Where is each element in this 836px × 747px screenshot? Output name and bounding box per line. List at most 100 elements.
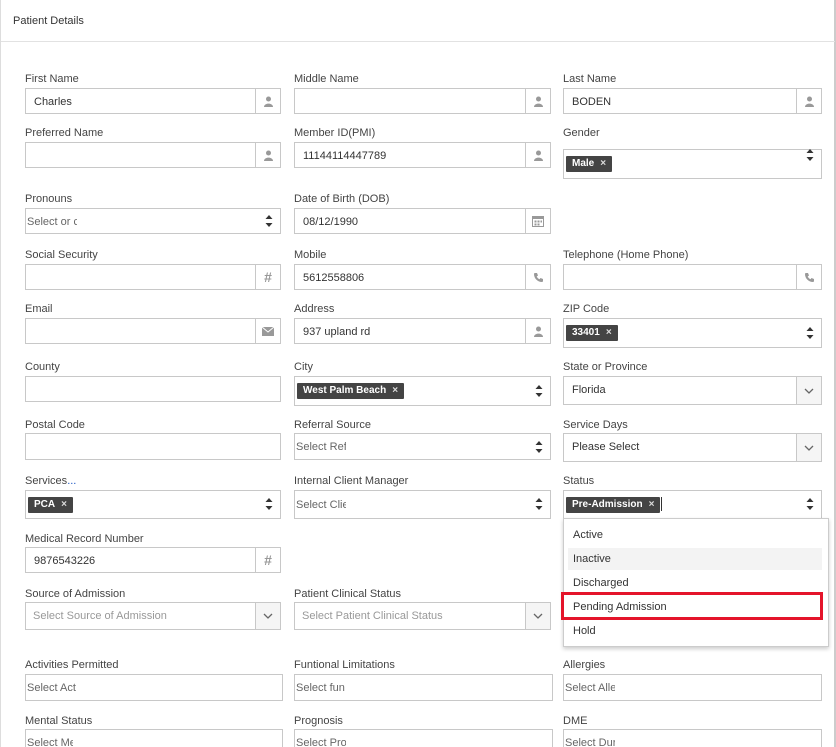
postal-label: Postal Code bbox=[25, 419, 85, 431]
status-label: Status bbox=[563, 475, 595, 487]
prognosis-label: Prognosis bbox=[294, 715, 343, 727]
functional-label: Funtional Limitations bbox=[294, 659, 395, 671]
address-field: Address 937 upland rd bbox=[294, 303, 551, 345]
preferred-name-input[interactable] bbox=[25, 142, 281, 168]
city-label: City bbox=[294, 361, 313, 373]
county-label: County bbox=[25, 361, 60, 373]
pronouns-field: Pronouns Select or c bbox=[25, 193, 281, 235]
client-manager-select[interactable]: Select Clie bbox=[294, 490, 551, 519]
activities-placeholder: Select Act bbox=[27, 682, 76, 694]
state-label: State or Province bbox=[563, 361, 648, 373]
allergies-input[interactable]: Select Alle bbox=[563, 674, 822, 701]
mobile-input[interactable]: 5612558806 bbox=[294, 264, 551, 290]
status-dropdown: Active Inactive Discharged Pending Admis… bbox=[563, 518, 829, 647]
remove-tag-icon[interactable]: × bbox=[61, 499, 67, 510]
referral-field: Referral Source Select Ref bbox=[294, 419, 551, 461]
services-tag: PCA × bbox=[28, 497, 73, 513]
sort-arrows-icon bbox=[265, 498, 273, 510]
member-id-input[interactable]: 11144114447789 bbox=[294, 142, 551, 168]
ssn-label: Social Security bbox=[25, 249, 98, 261]
gender-field: Gender Male × bbox=[563, 127, 822, 182]
remove-tag-icon[interactable]: × bbox=[649, 499, 655, 510]
status-option-discharged[interactable]: Discharged bbox=[568, 572, 822, 594]
zip-tag-text: 33401 bbox=[572, 327, 600, 338]
remove-tag-icon[interactable]: × bbox=[392, 385, 398, 396]
user-icon bbox=[796, 89, 821, 113]
remove-tag-icon[interactable]: × bbox=[600, 158, 606, 169]
mrn-field: Medical Record Number 9876543226 # bbox=[25, 533, 281, 575]
highlight-box bbox=[561, 592, 823, 620]
chevron-down-icon[interactable] bbox=[525, 603, 550, 629]
client-manager-placeholder: Select Clie bbox=[296, 499, 346, 511]
last-name-value: BODEN bbox=[572, 96, 612, 108]
county-input[interactable] bbox=[25, 376, 281, 402]
calendar-icon[interactable] bbox=[525, 209, 550, 233]
source-admission-field: Source of Admission Select Source of Adm… bbox=[25, 588, 281, 632]
referral-placeholder: Select Ref bbox=[296, 441, 346, 453]
clinical-status-select[interactable]: Select Patient Clinical Status bbox=[294, 602, 551, 630]
sort-arrows-icon bbox=[806, 498, 814, 510]
referral-select[interactable]: Select Ref bbox=[294, 433, 551, 460]
dme-field: DME Select Dur bbox=[563, 715, 822, 747]
gender-select[interactable]: Male × bbox=[563, 149, 822, 179]
state-select[interactable]: Florida bbox=[563, 376, 822, 405]
chevron-down-icon[interactable] bbox=[255, 603, 280, 629]
pronouns-select[interactable]: Select or c bbox=[25, 208, 281, 234]
address-input[interactable]: 937 upland rd bbox=[294, 318, 551, 344]
status-option-active[interactable]: Active bbox=[568, 524, 822, 546]
client-manager-field: Internal Client Manager Select Clie bbox=[294, 475, 551, 521]
functional-input[interactable]: Select fun bbox=[294, 674, 553, 701]
services-select[interactable]: PCA × bbox=[25, 490, 281, 519]
activities-input[interactable]: Select Act bbox=[25, 674, 283, 701]
mrn-input[interactable]: 9876543226 # bbox=[25, 547, 281, 573]
postal-input[interactable] bbox=[25, 433, 281, 460]
email-label: Email bbox=[25, 303, 53, 315]
allergies-label: Allergies bbox=[563, 659, 606, 671]
telephone-input[interactable] bbox=[563, 264, 822, 290]
city-select[interactable]: West Palm Beach × bbox=[294, 376, 551, 406]
mental-placeholder: Select Me bbox=[27, 737, 73, 747]
prognosis-placeholder: Select Pro bbox=[296, 737, 346, 747]
last-name-input[interactable]: BODEN bbox=[563, 88, 822, 114]
dme-label: DME bbox=[563, 715, 588, 727]
first-name-input[interactable]: Charles bbox=[25, 88, 281, 114]
source-admission-select[interactable]: Select Source of Admission bbox=[25, 602, 281, 630]
first-name-value: Charles bbox=[34, 96, 72, 108]
clinical-status-label: Patient Clinical Status bbox=[294, 588, 401, 600]
dob-input[interactable]: 08/12/1990 bbox=[294, 208, 551, 234]
chevron-down-icon[interactable] bbox=[796, 434, 821, 461]
city-tag-text: West Palm Beach bbox=[303, 385, 387, 396]
status-option-hold[interactable]: Hold bbox=[568, 620, 822, 642]
sort-arrows-icon bbox=[535, 498, 543, 510]
zip-select[interactable]: 33401 × bbox=[563, 318, 822, 348]
status-field: Status Pre-Admission × bbox=[563, 475, 822, 521]
status-select[interactable]: Pre-Admission × bbox=[563, 490, 822, 519]
client-manager-label: Internal Client Manager bbox=[294, 475, 409, 487]
service-days-select[interactable]: Please Select bbox=[563, 433, 822, 462]
phone-icon bbox=[525, 265, 550, 289]
service-days-label: Service Days bbox=[563, 419, 628, 431]
dob-label: Date of Birth (DOB) bbox=[294, 193, 390, 205]
mental-input[interactable]: Select Me bbox=[25, 729, 283, 747]
city-tag: West Palm Beach × bbox=[297, 383, 405, 399]
service-days-field: Service Days Please Select bbox=[563, 419, 822, 463]
email-input[interactable] bbox=[25, 318, 281, 344]
ssn-input[interactable]: # bbox=[25, 264, 281, 290]
remove-tag-icon[interactable]: × bbox=[606, 327, 612, 338]
member-id-value: 11144114447789 bbox=[303, 150, 387, 162]
middle-name-input[interactable] bbox=[294, 88, 551, 114]
services-more-link[interactable]: ... bbox=[67, 475, 76, 487]
services-label-text: Services bbox=[25, 475, 68, 487]
hash-icon: # bbox=[255, 548, 280, 572]
ssn-field: Social Security # bbox=[25, 249, 281, 291]
phone-icon bbox=[796, 265, 821, 289]
prognosis-input[interactable]: Select Pro bbox=[294, 729, 553, 747]
chevron-down-icon[interactable] bbox=[796, 377, 821, 404]
user-icon bbox=[255, 89, 280, 113]
dme-input[interactable]: Select Dur bbox=[563, 729, 822, 747]
prognosis-field: Prognosis Select Pro bbox=[294, 715, 553, 747]
status-tag-text: Pre-Admission bbox=[572, 499, 643, 510]
sort-arrows-icon bbox=[806, 149, 814, 161]
status-option-inactive[interactable]: Inactive bbox=[568, 548, 822, 570]
county-field: County bbox=[25, 361, 281, 403]
